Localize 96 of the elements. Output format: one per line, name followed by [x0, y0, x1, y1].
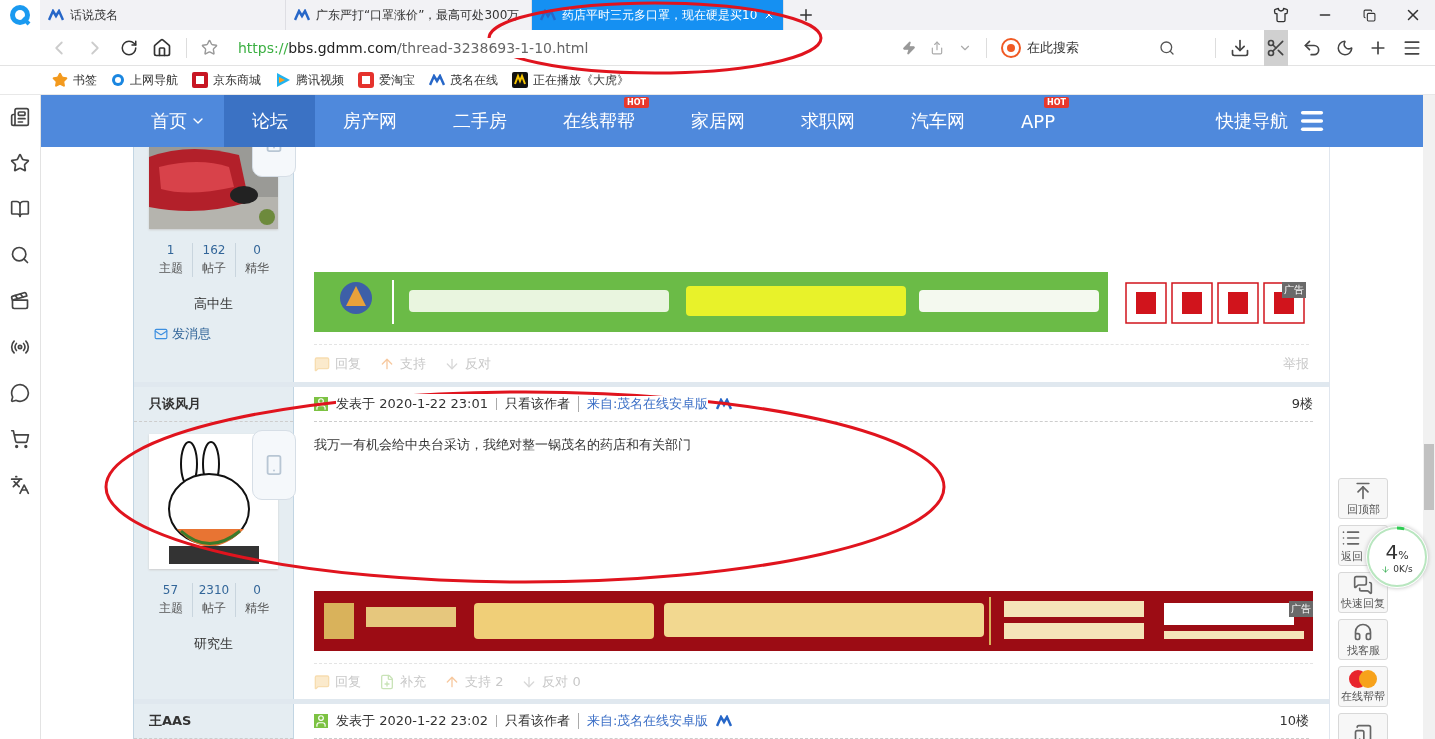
help-logo-icon [1348, 669, 1378, 688]
stat-label: 帖子 [202, 260, 226, 277]
source-link[interactable]: 来自:茂名在线安卓版 [578, 713, 709, 729]
shirt-icon[interactable] [1273, 7, 1289, 23]
site-logo-icon [540, 9, 556, 21]
search-engine-icon[interactable] [1001, 37, 1021, 58]
ad-label: 广告 [1282, 282, 1306, 299]
floor-number: 10楼 [1279, 712, 1309, 730]
site-logo-icon [429, 74, 445, 86]
star-icon [52, 72, 68, 88]
nav-item[interactable]: 汽车网 [911, 95, 965, 147]
quick-nav-link[interactable]: 快捷导航 [1216, 95, 1330, 147]
scissors-icon[interactable] [1266, 37, 1286, 58]
nav-item[interactable]: 求职网 [801, 95, 855, 147]
speed-text: 0K/s [1393, 564, 1413, 574]
bookmark-link[interactable]: 腾讯视频 [275, 71, 344, 89]
source-link[interactable]: 来自:茂名在线安卓版 [578, 396, 709, 412]
stat-value: 162 [202, 243, 226, 257]
user-icon [314, 714, 328, 728]
stat-value: 0 [253, 243, 261, 257]
nav-item[interactable]: 二手房 [453, 95, 507, 147]
hot-badge: HOT [624, 97, 649, 108]
site-logo-icon [48, 9, 64, 21]
play-icon [275, 72, 291, 88]
bookmark-link[interactable]: 京东商城 [192, 71, 261, 89]
news-icon[interactable] [10, 107, 30, 127]
search-icon[interactable] [1159, 39, 1175, 56]
stat-value: 0 [253, 583, 261, 597]
nav-item[interactable]: 家居网 [691, 95, 745, 147]
to-top-icon [1353, 480, 1373, 501]
note-add-icon [379, 673, 395, 690]
send-message-link[interactable]: 发消息 [154, 325, 211, 343]
stat-label: 主题 [158, 600, 183, 617]
hot-badge: HOT [1044, 97, 1070, 108]
comment-icon [314, 673, 330, 690]
star-icon[interactable] [10, 153, 30, 173]
bookmark-link[interactable]: 茂名在线 [429, 71, 498, 89]
shop-icon [358, 72, 374, 88]
translate-icon[interactable] [10, 475, 30, 495]
browser-tab[interactable]: 话说茂名 [40, 0, 286, 30]
cart-icon[interactable] [10, 429, 30, 449]
comment-icon [314, 355, 330, 372]
undo-icon[interactable] [1302, 37, 1322, 58]
chat-icon[interactable] [10, 383, 30, 403]
progress-ring [1366, 526, 1428, 588]
floor-number: 9楼 [1291, 395, 1313, 413]
star-icon[interactable] [201, 39, 218, 56]
headset-icon [1353, 621, 1373, 642]
browser-logo-icon [9, 4, 31, 26]
author-only-link[interactable]: 只看该作者 [496, 398, 570, 410]
reload-icon[interactable] [120, 38, 138, 57]
author-name[interactable]: 只谈风月 [134, 387, 293, 422]
stat-label: 精华 [245, 600, 269, 617]
nav-item[interactable]: 论坛 [224, 95, 315, 147]
side-tool-button[interactable]: 在线帮帮 [1338, 666, 1388, 707]
author-name[interactable]: 王AAS [134, 704, 293, 739]
download-icon[interactable] [1230, 37, 1250, 58]
mail-icon [154, 327, 168, 341]
globe-icon [111, 73, 125, 87]
side-tool-button[interactable]: 快速回复 [1338, 572, 1388, 613]
stat-value: 1 [166, 243, 175, 257]
stat-label: 主题 [158, 260, 183, 277]
chat-icon [1353, 574, 1373, 595]
moon-icon[interactable] [1336, 38, 1354, 57]
video-icon[interactable] [10, 291, 30, 311]
home-icon[interactable] [152, 37, 172, 58]
ad-label: 广告 [1289, 601, 1313, 617]
user-rank: 研究生 [194, 635, 233, 653]
side-tool-button[interactable]: 找客服 [1338, 619, 1388, 660]
site-logo-icon [716, 715, 733, 727]
restore-icon[interactable] [1362, 8, 1376, 22]
site-logo-icon [294, 9, 310, 21]
site-logo-icon [716, 398, 733, 410]
stat-value: 57 [162, 583, 179, 597]
bookmark-link[interactable]: 爱淘宝 [358, 71, 415, 89]
book-icon[interactable] [10, 199, 30, 219]
user-rank: 高中生 [194, 295, 233, 313]
lightning-icon[interactable] [902, 40, 916, 55]
stat-label: 精华 [245, 260, 269, 277]
bookmark-link[interactable]: 正在播放《大虎》 [512, 71, 629, 89]
live-icon[interactable] [10, 337, 30, 357]
search-icon[interactable] [10, 245, 30, 265]
percent-text: 4% [1385, 540, 1409, 564]
stat-value: 2310 [198, 583, 230, 597]
bookmark-link[interactable]: 书签 [52, 71, 97, 89]
author-only-link[interactable]: 只看该作者 [496, 715, 570, 727]
nav-item[interactable]: 房产网 [343, 95, 397, 147]
post-text: 我万一有机会给中央台采访，我绝对整一锅茂名的药店和有关部门 [314, 436, 691, 454]
scrollbar-thumb[interactable] [1424, 444, 1434, 510]
nav-item[interactable]: 首页 [133, 95, 224, 147]
down-arrow-icon [1381, 564, 1391, 574]
stat-label: 帖子 [202, 600, 226, 617]
bookmark-link[interactable]: 上网导航 [111, 71, 178, 89]
shop-icon [192, 72, 208, 88]
player-icon [512, 72, 528, 88]
side-tool-button[interactable]: 回顶部 [1338, 478, 1388, 519]
